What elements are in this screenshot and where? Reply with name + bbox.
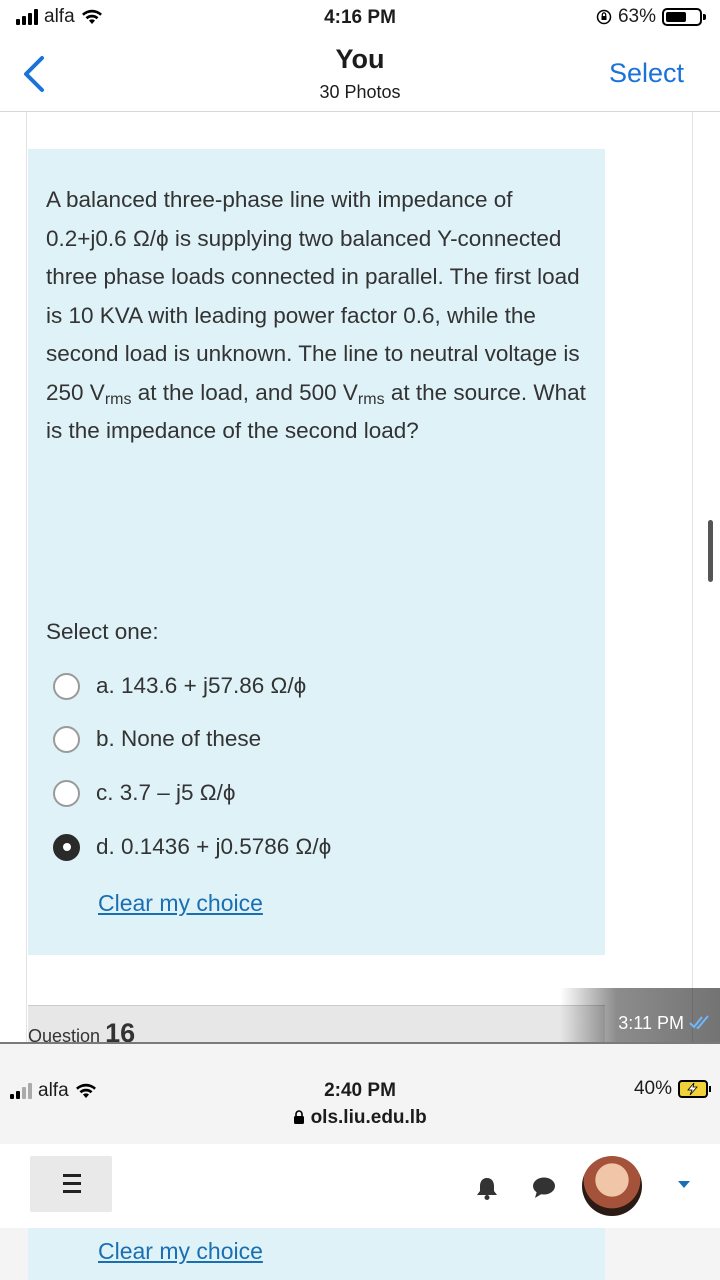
charging-battery-icon [678,1080,711,1098]
option-d[interactable]: d. 0.1436 + j0.5786 Ω/ϕ [53,827,331,867]
question-box-2: Clear my choice [28,1228,605,1280]
url-bar[interactable]: ols.liu.edu.lb [0,1107,720,1129]
option-c[interactable]: c. 3.7 – j5 Ω/ϕ [53,773,235,813]
question-label: Question [28,1026,101,1042]
question-box: A balanced three-phase line with impedan… [28,149,605,955]
option-d-label: d. 0.1436 + j0.5786 Ω/ϕ [96,834,332,859]
scrollbar[interactable] [708,520,713,582]
question-number: 16 [105,1018,136,1042]
clear-choice-link-2[interactable]: Clear my choice [98,1238,263,1265]
orientation-lock-icon [596,9,612,25]
select-one-label: Select one: [46,619,159,644]
option-b[interactable]: b. None of these [53,719,261,759]
browser-status-bar: alfa 2:40 PM ols.liu.edu.lb 40% [0,1072,720,1144]
photos-header: You 30 Photos Select [0,36,720,112]
option-c-label: c. 3.7 – j5 Ω/ϕ [96,780,236,805]
radio-b[interactable] [53,725,80,753]
battery-percent-2: 40% [633,1078,672,1099]
next-question-header: Question 16 [28,1005,605,1042]
option-a-label: a. 143.6 + j57.86 Ω/ϕ [96,673,307,698]
page-border-right [692,112,693,1042]
select-button[interactable]: Select [609,58,684,89]
clear-choice-link[interactable]: Clear my choice [98,890,263,917]
battery-percent: 63% [617,6,656,27]
question-text: A balanced three-phase line with impedan… [46,187,586,443]
message-time: 3:11 PM [618,1013,684,1033]
chat-bubble-icon[interactable] [532,1176,556,1200]
hamburger-menu-button[interactable] [30,1156,112,1212]
option-b-label: b. None of these [96,726,262,751]
site-header [0,1144,720,1228]
battery-icon [662,8,706,26]
second-screenshot: alfa 2:40 PM ols.liu.edu.lb 40% Clear my… [0,1042,720,1280]
photo-viewer: A balanced three-phase line with impedan… [0,112,720,1042]
message-timestamp: 3:11 PM [560,988,720,1042]
bell-icon[interactable] [476,1176,498,1200]
radio-a[interactable] [53,672,80,700]
lock-icon [294,1110,305,1124]
status-bar: alfa 4:16 PM 63% [0,0,720,36]
read-ticks-icon [689,1015,709,1030]
option-a[interactable]: a. 143.6 + j57.86 Ω/ϕ [53,666,306,706]
radio-c[interactable] [53,779,80,807]
radio-d[interactable] [53,833,80,861]
status-time-2: 2:40 PM [324,1080,396,1101]
user-avatar[interactable] [582,1156,642,1216]
url-text: ols.liu.edu.lb [310,1107,427,1128]
battery-area: 63% [596,6,706,28]
page-border-left [26,112,27,1042]
caret-down-icon[interactable] [677,1180,691,1190]
